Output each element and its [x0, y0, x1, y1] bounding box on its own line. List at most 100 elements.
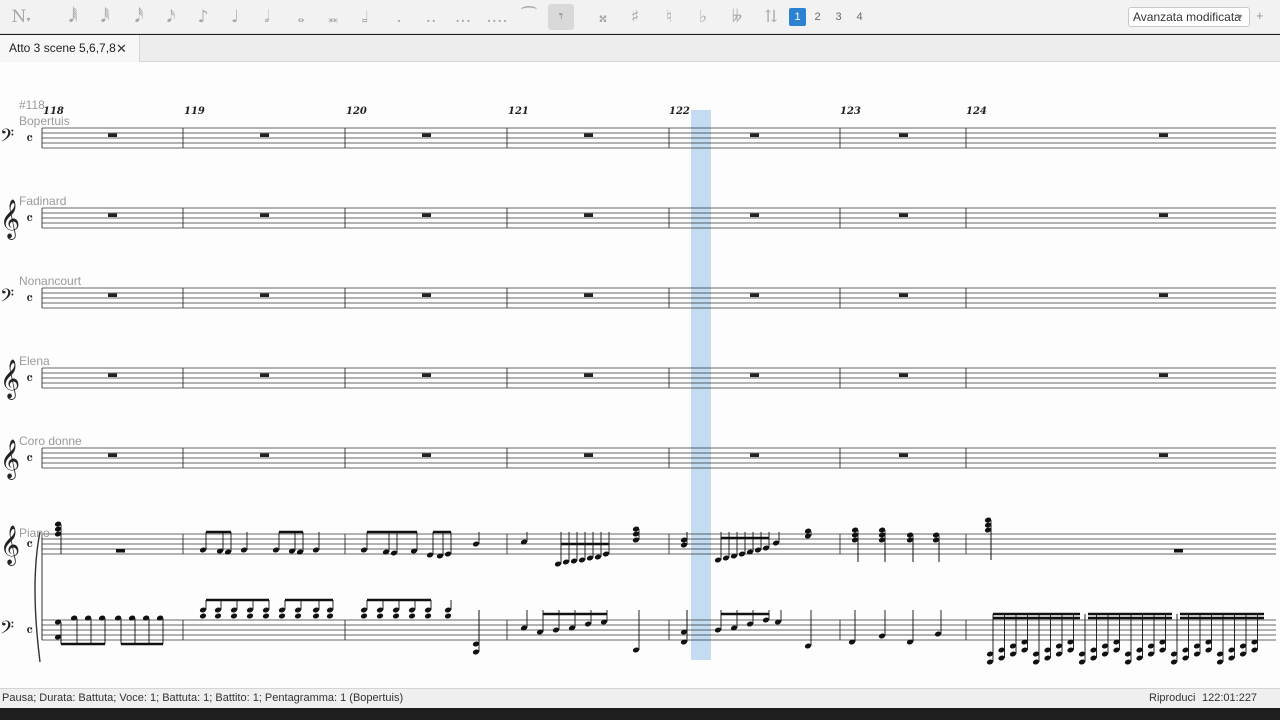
note-head [408, 613, 416, 619]
note-head [392, 613, 400, 619]
longa-icon: 𝆷 [361, 7, 369, 27]
128th-note-button[interactable]: 𝅘𝅥𝅲 [60, 4, 86, 30]
breve-button[interactable]: 𝅜 [320, 4, 346, 30]
eighth-note-icon: ♪ [197, 7, 209, 27]
32nd-note-button[interactable]: 𝅘𝅥𝅰 [126, 4, 152, 30]
measure-rest [260, 213, 269, 217]
note-head [199, 613, 207, 619]
measure-number: 119 [184, 106, 205, 117]
eighth-note-button[interactable]: ♪ [190, 4, 216, 30]
common-time-icon: 𝄴 [26, 129, 33, 148]
voice-1-button[interactable]: 1 [789, 8, 806, 26]
bass-clef-icon: 𝄢 [0, 618, 14, 643]
treble-clef-icon: 𝄞 [0, 359, 20, 400]
staff-name: Fadinard [19, 194, 67, 208]
measure-number: 122 [669, 106, 690, 117]
voice-2-button[interactable]: 2 [809, 8, 826, 26]
double-sharp-button[interactable]: 𝄪 [590, 4, 616, 30]
note-input-mode-button[interactable]: N▾ [8, 4, 34, 30]
dot-button[interactable]: . [386, 4, 412, 30]
flat-button[interactable]: ♭ [690, 4, 716, 30]
measure-rest [422, 293, 431, 297]
64th-note-icon: 𝅘𝅥𝅱 [100, 7, 110, 27]
measure-rest [260, 373, 269, 377]
note-head [424, 613, 432, 619]
flip-direction-icon: ⇅ [763, 7, 779, 27]
measure-rest [1159, 133, 1168, 137]
playback-position: 122:01:227 [1202, 692, 1258, 704]
measure-rest [584, 133, 593, 137]
selection-status: Pausa; Durata: Battuta; Voce: 1; Battuta… [2, 692, 404, 704]
score-canvas[interactable]: 𝄢 𝄴𝄞 𝄴𝄢 𝄴𝄞 𝄴𝄞 𝄴𝄞 𝄴𝄢 𝄴 [0, 62, 1280, 688]
measure-rest [422, 213, 431, 217]
measure-rest [899, 293, 908, 297]
measure-rest [108, 453, 117, 457]
measure-rest [584, 213, 593, 217]
tie-button[interactable]: ⁀ [516, 4, 542, 30]
workspace-select[interactable]: Avanzata modificata ▼ [1128, 7, 1250, 27]
quadruple-dot-button[interactable]: .... [484, 4, 510, 30]
note-head [278, 613, 286, 619]
measure-number: 123 [840, 106, 861, 117]
note-head [326, 613, 334, 619]
measure-number: 120 [346, 106, 367, 117]
voice-4-button[interactable]: 4 [851, 8, 868, 26]
rest-button[interactable]: 𝄾 [548, 4, 574, 30]
note-head [262, 613, 270, 619]
measure-rest [750, 133, 759, 137]
whole-note-button[interactable]: 𝅝 [288, 4, 314, 30]
measure-rest [260, 133, 269, 137]
add-workspace-button[interactable]: + [1256, 8, 1264, 23]
measure-number: 121 [508, 106, 529, 117]
measure-rest [1159, 213, 1168, 217]
quarter-note-icon: ♩ [230, 7, 240, 27]
longa-button[interactable]: 𝆷 [352, 4, 378, 30]
16th-note-button[interactable]: 𝅘𝅥𝅯 [158, 4, 184, 30]
measure-rest [1159, 293, 1168, 297]
note-head [246, 613, 254, 619]
natural-button[interactable]: ♮ [656, 4, 682, 30]
measure-rest [584, 293, 593, 297]
bass-clef-icon: 𝄢 [0, 286, 14, 311]
common-time-icon: 𝄴 [26, 449, 33, 468]
rest-icon: 𝄾 [558, 7, 564, 27]
measure-rest [584, 453, 593, 457]
half-note-button[interactable]: 𝅗𝅥 [254, 4, 280, 30]
measure-rest [750, 373, 759, 377]
flat-icon: ♭ [698, 7, 708, 27]
triple-dot-button[interactable]: ... [450, 4, 476, 30]
bass-clef-icon: 𝄢 [0, 126, 14, 151]
piano-brace [34, 531, 41, 663]
32nd-note-icon: 𝅘𝅥𝅰 [134, 7, 144, 27]
quarter-note-button[interactable]: ♩ [222, 4, 248, 30]
note-head [294, 613, 302, 619]
measure-rest [422, 133, 431, 137]
half-note-icon: 𝅗𝅥 [264, 7, 270, 27]
playback-mode: Riproduci [1149, 692, 1196, 704]
measure-rest [899, 453, 908, 457]
triple-dot-icon: ... [454, 7, 472, 27]
measure-rest [108, 373, 117, 377]
tab-score[interactable]: Atto 3 scene 5,6,7,8 ✕ [0, 35, 140, 62]
half-rest [1174, 549, 1183, 553]
double-flat-button[interactable]: 𝄫 [724, 4, 750, 30]
common-time-icon: 𝄴 [26, 621, 33, 640]
sharp-icon: ♯ [630, 7, 640, 27]
measure-rest [422, 453, 431, 457]
treble-clef-icon: 𝄞 [0, 439, 20, 480]
double-dot-button[interactable]: .. [418, 4, 444, 30]
measure-rest [1159, 453, 1168, 457]
score-view[interactable]: 𝄢 𝄴 𝄞 𝄴 𝄢 𝄴 𝄞 𝄴 𝄞 𝄴 𝄞 𝄴 𝄢 𝄴 #118 118 119 120 121 122 123 124… [0, 62, 1280, 688]
dot-icon: . [396, 7, 402, 27]
note-head [376, 613, 384, 619]
flip-direction-button[interactable]: ⇅ [758, 4, 784, 30]
sharp-button[interactable]: ♯ [622, 4, 648, 30]
close-icon[interactable]: ✕ [116, 35, 127, 62]
breve-icon: 𝅜 [328, 7, 338, 27]
note-input-toolbar: N▾ 𝅘𝅥𝅲 𝅘𝅥𝅱 𝅘𝅥𝅰 𝅘𝅥𝅯 ♪ ♩ 𝅗𝅥 𝅝 𝅜 𝆷.......... ⁀ 𝄾 𝄪 ♯ ♮ ♭ 𝄫 ⇅… [0, 0, 1280, 34]
measure-rest [584, 373, 593, 377]
64th-note-button[interactable]: 𝅘𝅥𝅱 [92, 4, 118, 30]
voice-3-button[interactable]: 3 [830, 8, 847, 26]
measure-rest [750, 453, 759, 457]
double-dot-icon: .. [425, 7, 437, 27]
